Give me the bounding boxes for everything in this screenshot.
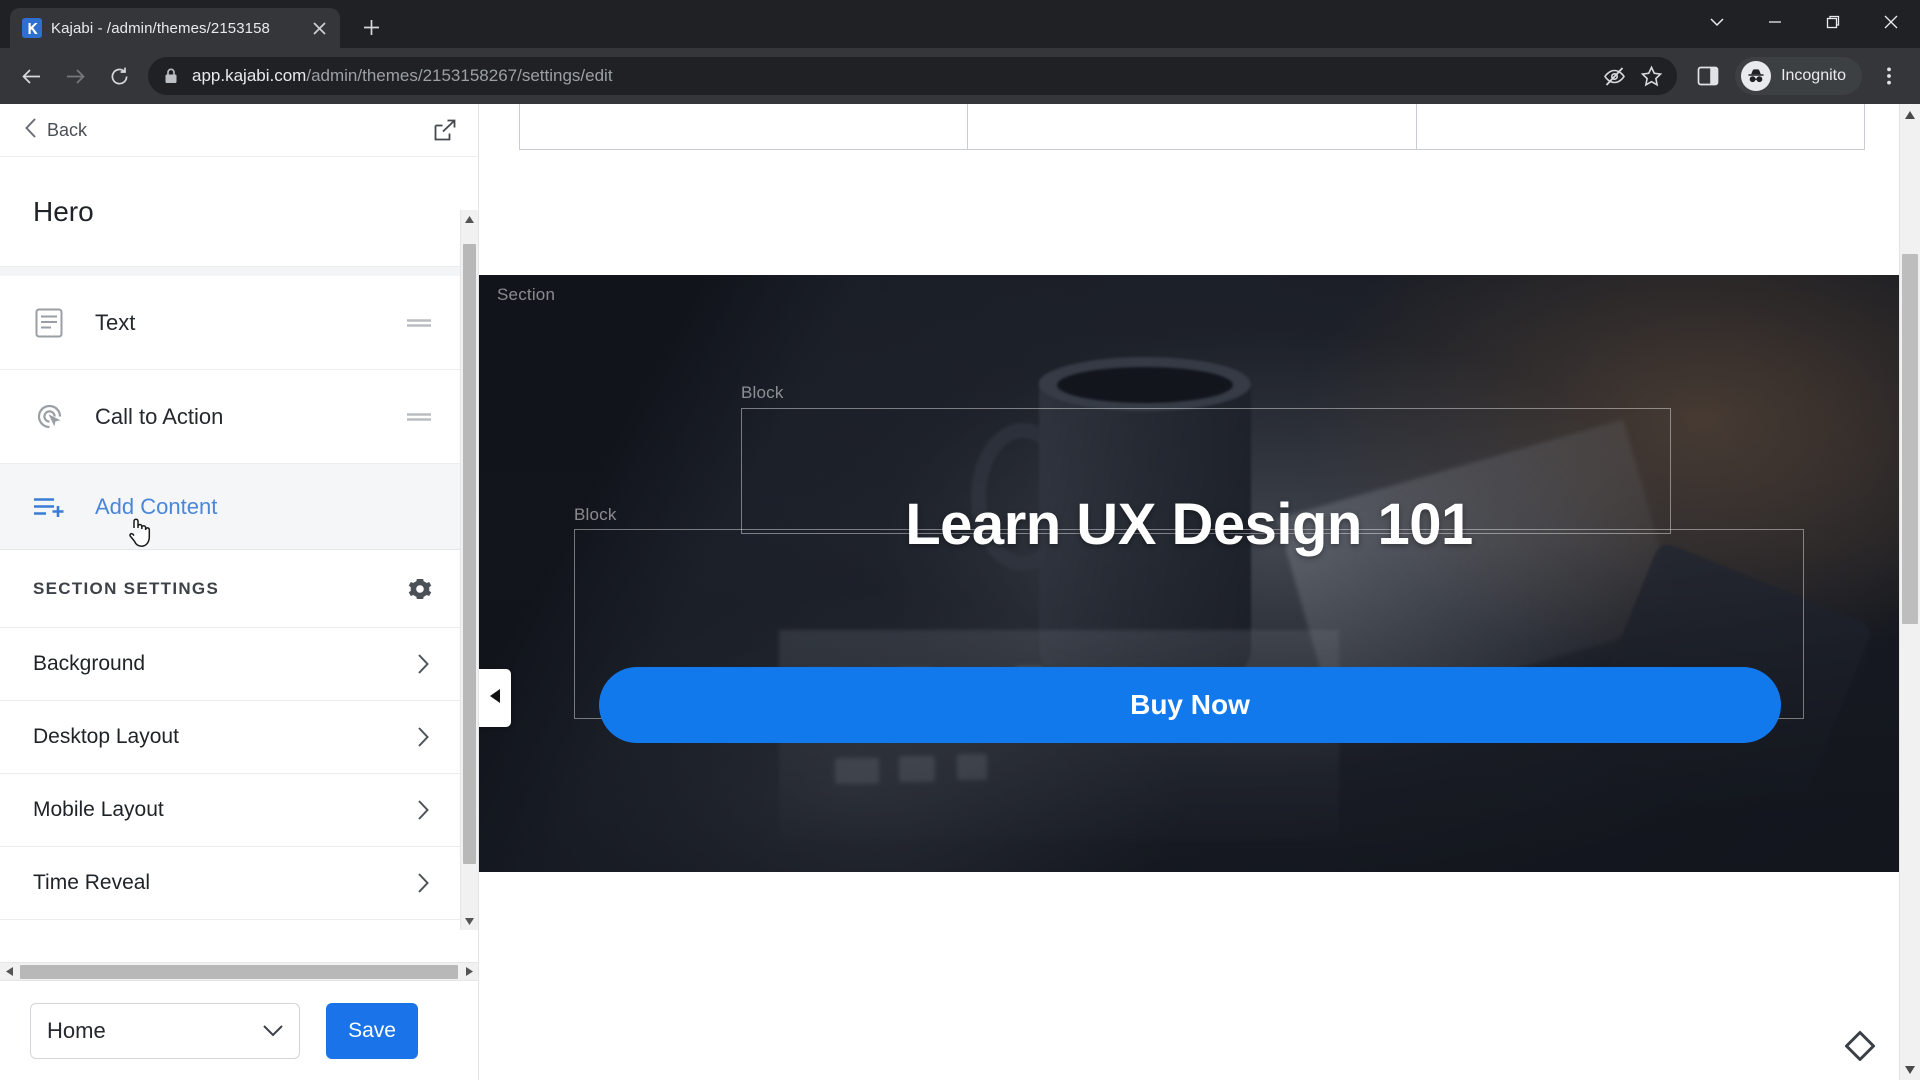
close-tab-icon[interactable] <box>306 15 332 41</box>
setting-row-background[interactable]: Background <box>0 628 460 701</box>
content-block-label: Text <box>95 309 136 335</box>
close-window-icon[interactable] <box>1862 0 1920 44</box>
toolbar-right-group: Incognito <box>1687 55 1910 97</box>
back-button[interactable]: Back <box>24 117 88 143</box>
scroll-down-arrow-icon[interactable] <box>1900 1059 1920 1080</box>
setting-label: Background <box>33 652 146 675</box>
hero-section[interactable]: Section Block Block Learn UX Design 101 … <box>479 275 1899 872</box>
text-block-icon <box>33 307 75 339</box>
window-controls <box>1688 0 1920 48</box>
mouse-cursor-icon <box>128 516 154 553</box>
scroll-up-arrow-icon[interactable] <box>461 210 478 228</box>
tab-strip: Kajabi - /admin/themes/2153158 <box>0 0 1920 48</box>
page-content: Back Hero Text Call to Action Add Conten… <box>0 104 1920 1080</box>
page-selector-value: Home <box>47 1017 106 1043</box>
chevron-left-icon <box>24 117 37 143</box>
hero-heading[interactable]: Learn UX Design 101 <box>479 491 1899 558</box>
incognito-label: Incognito <box>1781 67 1846 84</box>
save-button[interactable]: Save <box>326 1002 418 1059</box>
content-block-call-to-action[interactable]: Call to Action <box>0 370 460 464</box>
sidebar-footer: Home Save <box>0 980 478 1080</box>
page-selector[interactable]: Home <box>30 1002 300 1059</box>
browser-window: Kajabi - /admin/themes/2153158 app.kajab… <box>0 0 1920 1080</box>
url-host: app.kajabi.com <box>192 66 307 85</box>
buy-now-button[interactable]: Buy Now <box>599 667 1781 743</box>
add-content-label: Add Content <box>95 493 218 519</box>
add-content-button[interactable]: Add Content <box>0 464 460 550</box>
setting-row-mobile-layout[interactable]: Mobile Layout <box>0 774 460 847</box>
table-cell: cabina <box>968 104 1417 149</box>
preview-vertical-scrollbar[interactable] <box>1899 104 1920 1080</box>
cursor-click-icon <box>33 400 75 433</box>
add-content-icon <box>33 494 75 520</box>
scroll-left-arrow-icon[interactable] <box>0 967 18 976</box>
chevron-right-icon <box>417 873 430 893</box>
diamond-assistant-icon[interactable] <box>1834 1020 1886 1072</box>
setting-row-desktop-layout[interactable]: Desktop Layout <box>0 701 460 774</box>
sidebar-header: Back <box>0 104 478 157</box>
setting-label: Desktop Layout <box>33 725 179 748</box>
setting-label: Time Reveal <box>33 871 151 894</box>
collapse-panel-button[interactable] <box>479 669 511 727</box>
sidebar-hscroll-thumb[interactable] <box>20 964 458 979</box>
profile-incognito-button[interactable]: Incognito <box>1735 57 1862 95</box>
content-block-label: Call to Action <box>95 403 224 429</box>
theme-editor-sidebar: Back Hero Text Call to Action Add Conten… <box>0 104 479 1080</box>
url-text: app.kajabi.com/admin/themes/2153158267/s… <box>192 66 613 86</box>
browser-tab[interactable]: Kajabi - /admin/themes/2153158 <box>10 8 340 48</box>
lock-icon <box>164 68 178 84</box>
incognito-avatar-icon <box>1741 61 1772 91</box>
omnibox-actions <box>1591 65 1663 88</box>
tab-search-icon[interactable] <box>1688 0 1746 44</box>
url-path: /admin/themes/2153158267/settings/edit <box>306 66 613 85</box>
chevron-right-icon <box>417 727 430 747</box>
minimize-icon[interactable] <box>1746 0 1804 44</box>
chevron-right-icon <box>417 654 430 674</box>
sidebar-horizontal-scrollbar[interactable] <box>0 962 478 980</box>
scroll-right-arrow-icon[interactable] <box>460 967 478 976</box>
sidebar-scroll-area: Hero Text Call to Action Add Content SEC… <box>0 157 478 980</box>
scroll-down-arrow-icon[interactable] <box>461 912 478 930</box>
reload-icon[interactable] <box>98 55 140 97</box>
preview-viewport: cabina cabina cabina <box>479 104 1899 1080</box>
section-title: Hero <box>33 195 94 227</box>
list-divider <box>0 267 460 276</box>
setting-label: Mobile Layout <box>33 798 164 821</box>
sidebar-vertical-scrollbar[interactable] <box>460 210 478 930</box>
new-tab-button[interactable] <box>352 8 390 46</box>
section-name-row: Hero <box>0 157 460 267</box>
drag-handle-icon[interactable] <box>406 410 432 424</box>
back-label: Back <box>47 119 88 140</box>
chrome-menu-icon[interactable] <box>1868 55 1910 97</box>
scroll-up-arrow-icon[interactable] <box>1900 104 1920 125</box>
section-settings-header: SECTION SETTINGS <box>0 550 460 628</box>
bookmark-star-icon[interactable] <box>1640 65 1663 88</box>
back-nav-icon[interactable] <box>10 55 52 97</box>
sidebar-scroll-thumb[interactable] <box>463 244 476 864</box>
third-party-cookie-blocked-icon[interactable] <box>1603 65 1626 88</box>
gear-icon[interactable] <box>408 577 432 601</box>
forward-nav-icon <box>54 55 96 97</box>
chevron-down-icon <box>263 1024 283 1037</box>
preview-table-partial: cabina cabina cabina <box>519 104 1865 150</box>
kajabi-logo-icon <box>22 18 42 38</box>
section-settings-label: SECTION SETTINGS <box>33 578 220 598</box>
drag-handle-icon[interactable] <box>406 316 432 330</box>
chevron-right-icon <box>417 800 430 820</box>
address-bar[interactable]: app.kajabi.com/admin/themes/2153158267/s… <box>148 57 1678 95</box>
triangle-left-icon <box>490 688 500 708</box>
browser-toolbar: app.kajabi.com/admin/themes/2153158267/s… <box>0 48 1920 104</box>
setting-row-time-reveal[interactable]: Time Reveal <box>0 847 460 920</box>
table-cell: cabina <box>1417 104 1864 149</box>
sidebar-list: Hero Text Call to Action Add Content SEC… <box>0 157 460 980</box>
theme-preview-pane: cabina cabina cabina <box>479 104 1920 1080</box>
maximize-icon[interactable] <box>1804 0 1862 44</box>
table-cell: cabina <box>520 104 969 149</box>
open-external-icon[interactable] <box>434 119 456 141</box>
tab-title: Kajabi - /admin/themes/2153158 <box>51 19 270 37</box>
content-block-text[interactable]: Text <box>0 276 460 370</box>
preview-scroll-thumb[interactable] <box>1902 254 1918 624</box>
side-panel-icon[interactable] <box>1687 55 1729 97</box>
